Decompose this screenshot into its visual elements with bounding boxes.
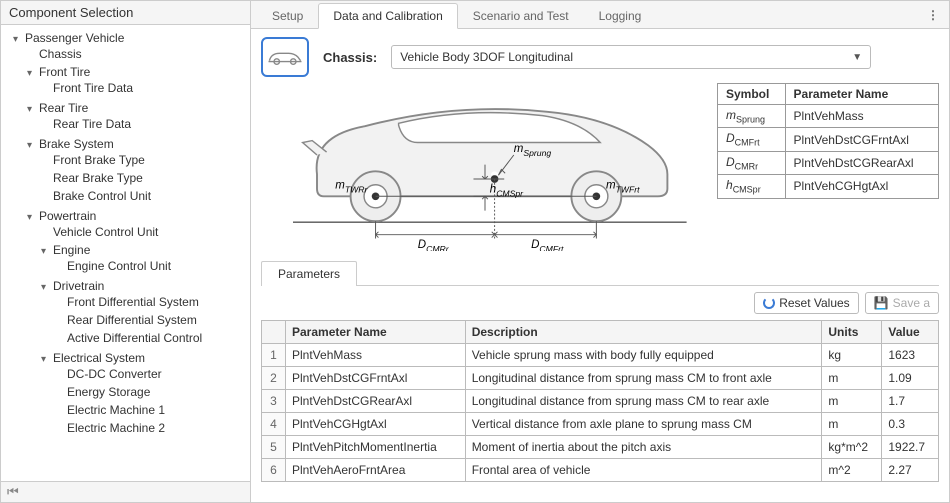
tree-node-brake-control-unit[interactable]: Brake Control Unit xyxy=(41,187,250,205)
tree-node-em1[interactable]: Electric Machine 1 xyxy=(55,401,250,419)
legend-row: DCMFrtPlntVehDstCGFrntAxl xyxy=(718,128,939,151)
table-row[interactable]: 1PlntVehMassVehicle sprung mass with bod… xyxy=(262,344,939,367)
chassis-selected-value: Vehicle Body 3DOF Longitudinal xyxy=(400,50,573,64)
caret-down-icon[interactable]: ▾ xyxy=(27,140,37,151)
tree-node-front-tire[interactable]: ▾Front Tire Front Tire Data xyxy=(27,63,250,99)
tree-node-active-diff[interactable]: Active Differential Control xyxy=(55,329,250,347)
tree-node-front-tire-data[interactable]: Front Tire Data xyxy=(41,79,250,97)
tree-node-rear-tire[interactable]: ▾Rear Tire Rear Tire Data xyxy=(27,99,250,135)
symbol-legend-table: Symbol Parameter Name mSprungPlntVehMass… xyxy=(717,83,939,199)
table-row[interactable]: 5PlntVehPitchMomentInertiaMoment of iner… xyxy=(262,436,939,459)
legend-row: hCMSprPlntVehCGHgtAxl xyxy=(718,175,939,198)
col-value: Value xyxy=(882,321,939,344)
more-options-icon[interactable]: ⋮ xyxy=(917,8,949,22)
tab-setup[interactable]: Setup xyxy=(257,3,318,28)
component-tree[interactable]: ▾Passenger Vehicle Chassis ▾Front Tire F… xyxy=(1,25,250,481)
caret-down-icon[interactable]: ▾ xyxy=(27,68,37,79)
svg-text:DCMFrt: DCMFrt xyxy=(531,239,564,251)
component-selection-sidebar: Component Selection ▾Passenger Vehicle C… xyxy=(1,1,251,502)
legend-row: mSprungPlntVehMass xyxy=(718,105,939,128)
chassis-dropdown[interactable]: Vehicle Body 3DOF Longitudinal ▼ xyxy=(391,45,871,69)
chassis-label: Chassis: xyxy=(323,50,377,65)
tree-node-passenger-vehicle[interactable]: ▾Passenger Vehicle Chassis ▾Front Tire F… xyxy=(13,29,250,443)
tree-node-em2[interactable]: Electric Machine 2 xyxy=(55,419,250,437)
save-icon: 💾 xyxy=(874,296,889,310)
caret-down-icon[interactable]: ▾ xyxy=(27,212,37,223)
tree-node-rear-tire-data[interactable]: Rear Tire Data xyxy=(41,115,250,133)
col-units: Units xyxy=(822,321,882,344)
tab-parameters[interactable]: Parameters xyxy=(261,261,357,286)
goto-start-icon[interactable]: ⏮ xyxy=(7,484,19,499)
table-row[interactable]: 4PlntVehCGHgtAxlVertical distance from a… xyxy=(262,413,939,436)
tree-node-front-diff[interactable]: Front Differential System xyxy=(55,293,250,311)
tree-node-dcdc[interactable]: DC-DC Converter xyxy=(55,365,250,383)
table-row[interactable]: 6PlntVehAeroFrntAreaFrontal area of vehi… xyxy=(262,459,939,482)
tree-node-chassis[interactable]: Chassis xyxy=(27,45,250,63)
tree-node-rear-brake-type[interactable]: Rear Brake Type xyxy=(41,169,250,187)
caret-down-icon[interactable]: ▾ xyxy=(27,104,37,115)
caret-down-icon[interactable]: ▾ xyxy=(13,34,23,45)
sidebar-title: Component Selection xyxy=(1,1,250,25)
caret-down-icon[interactable]: ▾ xyxy=(41,354,51,365)
col-description: Description xyxy=(465,321,822,344)
tree-node-front-brake-type[interactable]: Front Brake Type xyxy=(41,151,250,169)
tree-footer: ⏮ xyxy=(1,481,250,502)
tab-scenario-test[interactable]: Scenario and Test xyxy=(458,3,584,28)
tree-node-vehicle-control-unit[interactable]: Vehicle Control Unit xyxy=(41,223,250,241)
parameters-table: Parameter Name Description Units Value 1… xyxy=(261,320,939,482)
legend-header-param: Parameter Name xyxy=(785,84,938,105)
legend-header-symbol: Symbol xyxy=(718,84,786,105)
chassis-diagram: mSprung mTWRr mTWFrt hCMSpr DCMRr DCMFrt xyxy=(261,83,709,254)
tree-node-electrical-system[interactable]: ▾Electrical System DC-DC Converter Energ… xyxy=(41,349,250,439)
tree-node-drivetrain[interactable]: ▾Drivetrain Front Differential System Re… xyxy=(41,277,250,349)
tree-node-powertrain[interactable]: ▾Powertrain Vehicle Control Unit ▾Engine… xyxy=(27,207,250,441)
tab-logging[interactable]: Logging xyxy=(584,3,657,28)
tree-node-energy-storage[interactable]: Energy Storage xyxy=(55,383,250,401)
tab-data-calibration[interactable]: Data and Calibration xyxy=(318,3,457,29)
caret-down-icon[interactable]: ▾ xyxy=(41,282,51,293)
col-parameter-name: Parameter Name xyxy=(286,321,466,344)
tree-node-rear-diff[interactable]: Rear Differential System xyxy=(55,311,250,329)
save-button[interactable]: 💾 Save a xyxy=(865,292,939,314)
tree-node-engine-control-unit[interactable]: Engine Control Unit xyxy=(55,257,250,275)
tree-node-brake-system[interactable]: ▾Brake System Front Brake Type Rear Brak… xyxy=(27,135,250,207)
chassis-thumbnail-icon[interactable] xyxy=(261,37,309,77)
main-tabs: Setup Data and Calibration Scenario and … xyxy=(251,1,949,29)
tree-node-engine[interactable]: ▾Engine Engine Control Unit xyxy=(41,241,250,277)
table-row[interactable]: 2PlntVehDstCGFrntAxlLongitudinal distanc… xyxy=(262,367,939,390)
refresh-icon xyxy=(763,297,775,309)
svg-text:DCMRr: DCMRr xyxy=(418,239,450,251)
caret-down-icon[interactable]: ▾ xyxy=(41,246,51,257)
table-row[interactable]: 3PlntVehDstCGRearAxlLongitudinal distanc… xyxy=(262,390,939,413)
dropdown-arrow-icon: ▼ xyxy=(852,52,862,63)
legend-row: DCMRrPlntVehDstCGRearAxl xyxy=(718,151,939,174)
reset-values-button[interactable]: Reset Values xyxy=(754,292,858,314)
